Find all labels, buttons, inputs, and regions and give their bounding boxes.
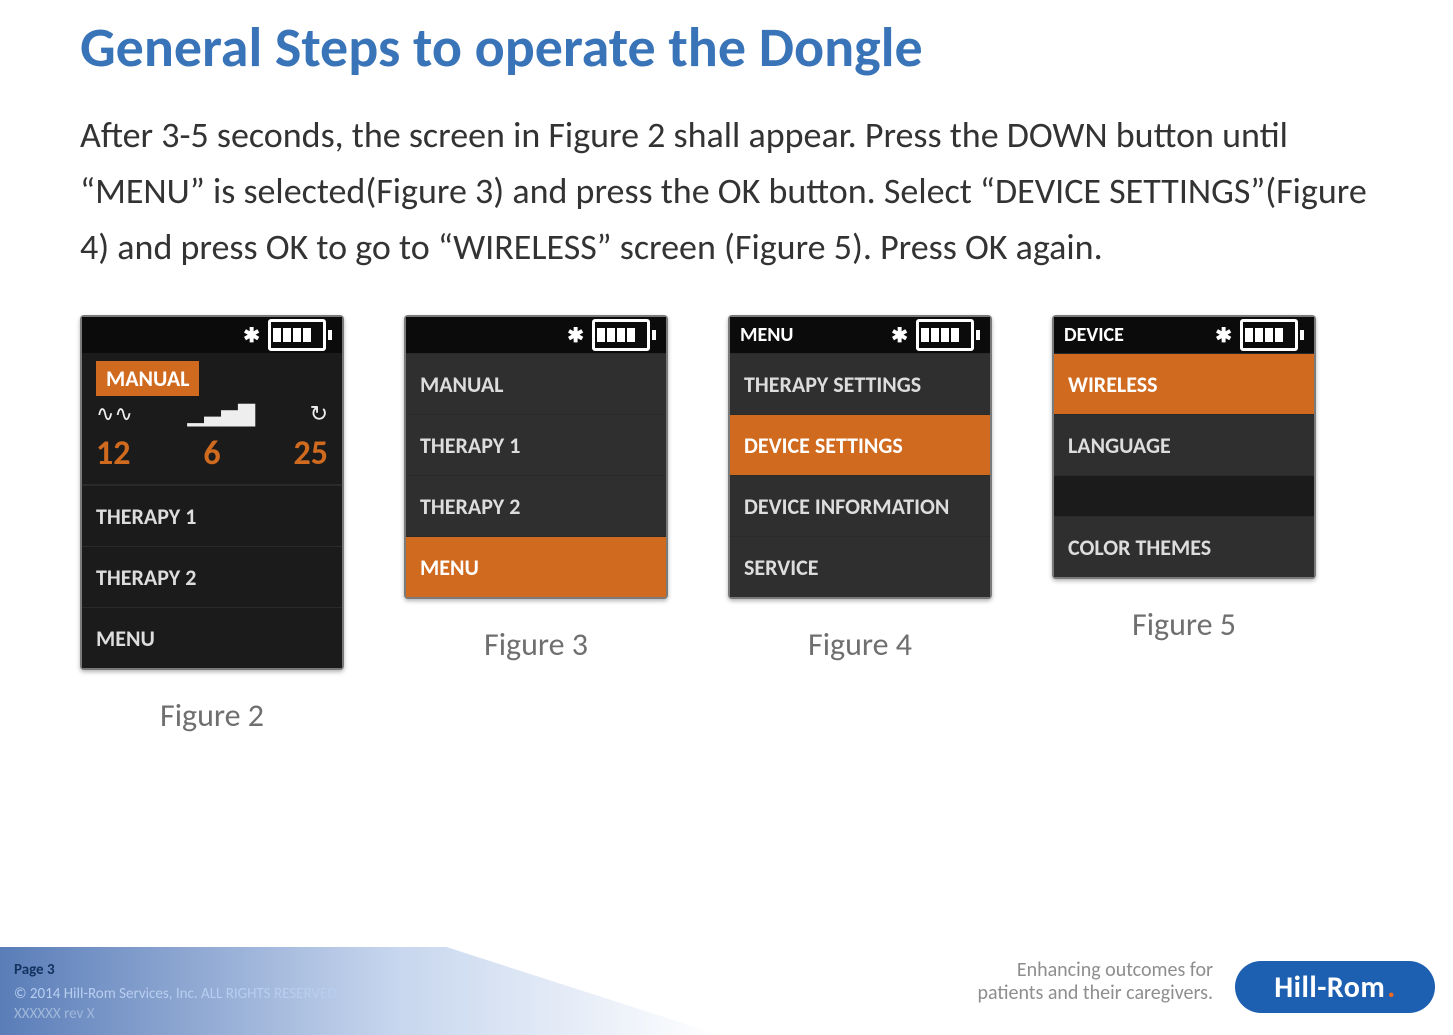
tagline-line1: Enhancing outcomes for: [977, 959, 1213, 982]
device-screen-4: MENU ✱ THERAPY SETTINGS DEVICE SETTINGS …: [728, 315, 992, 599]
list-item: THERAPY 2: [406, 475, 666, 536]
waveform-icon: ∿∿: [96, 400, 133, 427]
list-item-selected: DEVICE SETTINGS: [730, 414, 990, 475]
list-item: SERVICE: [730, 536, 990, 597]
status-title: DEVICE: [1064, 323, 1124, 347]
value-c: 25: [294, 433, 328, 474]
list-item: THERAPY 1: [406, 414, 666, 475]
battery-icon: [1240, 319, 1304, 351]
signal-icon: ▁▃▅▇: [187, 400, 255, 427]
bluetooth-icon: ✱: [891, 323, 908, 348]
timer-icon: ↻: [310, 400, 328, 427]
status-bar: ✱: [82, 317, 342, 353]
device-screen-5: DEVICE ✱ WIRELESS LANGUAGE COLOR THEMES: [1052, 315, 1316, 579]
figure-caption: Figure 4: [808, 625, 912, 664]
status-bar: ✱: [406, 317, 666, 353]
list-spacer: [1054, 475, 1314, 516]
list-item-selected: WIRELESS: [1054, 353, 1314, 414]
list-item: MANUAL: [406, 353, 666, 414]
value-a: 12: [96, 433, 130, 474]
list-item: MENU: [82, 607, 342, 668]
revision-text: XXXXXX rev X: [14, 1005, 94, 1023]
list-item: COLOR THEMES: [1054, 516, 1314, 577]
bluetooth-icon: ✱: [243, 323, 260, 348]
status-title: MENU: [740, 323, 793, 347]
list-item: THERAPY SETTINGS: [730, 353, 990, 414]
tagline: Enhancing outcomes for patients and thei…: [977, 959, 1213, 1005]
page-title: General Steps to operate the Dongle: [80, 14, 1453, 82]
figure-caption: Figure 2: [160, 696, 264, 735]
battery-icon: [592, 319, 656, 351]
page-footer: Page 3 © 2014 Hill-Rom Services, Inc. AL…: [0, 935, 1453, 1035]
manual-label: MANUAL: [96, 361, 199, 396]
status-bar: DEVICE ✱: [1054, 317, 1314, 353]
bluetooth-icon: ✱: [567, 323, 584, 348]
page-number: Page 3: [14, 961, 55, 979]
device-screen-3: ✱ MANUAL THERAPY 1 THERAPY 2 MENU: [404, 315, 668, 599]
battery-icon: [916, 319, 980, 351]
figure-4: MENU ✱ THERAPY SETTINGS DEVICE SETTINGS …: [728, 315, 992, 664]
tagline-line2: patients and their caregivers.: [977, 982, 1213, 1005]
value-b: 6: [203, 433, 220, 474]
status-bar: MENU ✱: [730, 317, 990, 353]
hill-rom-logo: Hill-Rom.: [1235, 961, 1435, 1013]
list-item: THERAPY 1: [82, 485, 342, 546]
figure-3: ✱ MANUAL THERAPY 1 THERAPY 2 MENU Figure…: [404, 315, 668, 664]
device-screen-2: ✱ MANUAL ∿∿ ▁▃▅▇ ↻ 12 6 25 THERAPY 1 THE…: [80, 315, 344, 670]
logo-text: Hill-Rom: [1274, 969, 1385, 1006]
manual-panel: MANUAL ∿∿ ▁▃▅▇ ↻ 12 6 25: [82, 353, 342, 485]
body-paragraph: After 3-5 seconds, the screen in Figure …: [80, 108, 1373, 275]
figure-caption: Figure 3: [484, 625, 588, 664]
bluetooth-icon: ✱: [1215, 323, 1232, 348]
list-item: LANGUAGE: [1054, 414, 1314, 475]
figure-2: ✱ MANUAL ∿∿ ▁▃▅▇ ↻ 12 6 25 THERAPY 1 THE…: [80, 315, 344, 735]
battery-icon: [268, 319, 332, 351]
figure-caption: Figure 5: [1132, 605, 1236, 644]
figure-5: DEVICE ✱ WIRELESS LANGUAGE COLOR THEMES …: [1052, 315, 1316, 644]
list-item: DEVICE INFORMATION: [730, 475, 990, 536]
list-item-selected: MENU: [406, 536, 666, 597]
list-item: THERAPY 2: [82, 546, 342, 607]
figures-row: ✱ MANUAL ∿∿ ▁▃▅▇ ↻ 12 6 25 THERAPY 1 THE…: [80, 315, 1453, 735]
logo-dot-icon: .: [1387, 969, 1396, 1006]
copyright-text: © 2014 Hill-Rom Services, Inc. ALL RIGHT…: [14, 985, 337, 1003]
